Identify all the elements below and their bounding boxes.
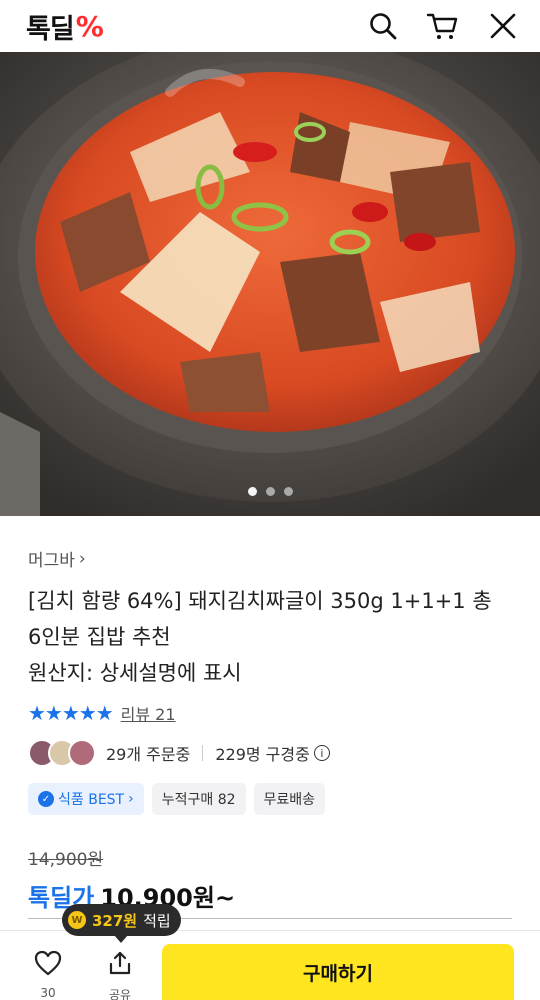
like-button[interactable]: 30 xyxy=(28,950,68,1000)
close-icon[interactable] xyxy=(484,7,522,45)
brand-name: 머그바 xyxy=(28,551,75,571)
carousel-dot[interactable] xyxy=(247,487,257,496)
divider xyxy=(202,745,204,761)
carousel-dot[interactable] xyxy=(283,487,293,496)
kimchi-stew-image xyxy=(0,52,540,516)
food-best-badge[interactable]: ✓ 식품 BEST › xyxy=(28,783,144,815)
badge-label: 무료배송 xyxy=(263,792,316,808)
reward-suffix: 적립 xyxy=(143,911,171,930)
buyer-avatars xyxy=(28,739,96,767)
info-icon[interactable]: i xyxy=(313,745,330,761)
product-info: 머그바 › [김치 함량 64%] 돼지김치짜글이 350g 1+1+1 총 6… xyxy=(0,516,540,913)
header-actions xyxy=(364,7,522,45)
orders-count: 29개 주문중 xyxy=(106,745,191,764)
social-proof-row: 29개 주문중 229명 구경중 i xyxy=(28,739,512,767)
like-count: 30 xyxy=(40,986,56,1000)
logo-mark: % xyxy=(75,9,104,43)
purchase-count-badge: 누적구매 82 xyxy=(151,783,246,815)
product-title: [김치 함량 64%] 돼지김치짜글이 350g 1+1+1 총 6인분 집밥 … xyxy=(28,583,512,691)
product-page: 톡딜 % 머그바 › [김치 함량 64%] 돼지김치짜글이 350g 1+1+… xyxy=(0,0,540,1000)
logo-text: 톡딜 xyxy=(26,13,75,45)
coin-icon: W xyxy=(68,911,86,929)
share-label: 공유 xyxy=(108,988,132,1000)
carousel-dot[interactable] xyxy=(265,487,275,496)
badge-label: 누적구매 82 xyxy=(161,792,236,808)
search-icon[interactable] xyxy=(364,7,402,45)
free-shipping-badge: 무료배송 xyxy=(253,783,326,815)
carousel-indicator xyxy=(0,487,540,496)
product-image-carousel[interactable] xyxy=(0,52,540,516)
review-link[interactable]: 리뷰 21 xyxy=(121,701,176,725)
star-rating: ★★★★★ xyxy=(28,701,114,725)
rating-row: ★★★★★ 리뷰 21 xyxy=(28,701,512,725)
cart-icon[interactable] xyxy=(424,7,462,45)
title-line: [김치 함량 64%] 돼지김치짜글이 350g 1+1+1 총 xyxy=(28,589,492,613)
share-icon xyxy=(109,951,131,975)
app-logo[interactable]: 톡딜 % xyxy=(26,7,104,46)
top-header: 톡딜 % xyxy=(0,0,540,52)
title-line: 6인분 집밥 추천 xyxy=(28,625,171,649)
badge-row: ✓ 식품 BEST › 누적구매 82 무료배송 xyxy=(28,783,512,815)
best-check-icon: ✓ xyxy=(38,791,54,807)
origin-text: 원산지: 상세설명에 표시 xyxy=(28,661,242,685)
reward-tooltip: W 327원 적립 xyxy=(62,904,181,943)
badge-label: 식품 BEST xyxy=(58,792,125,808)
chevron-right-icon: › xyxy=(128,791,134,807)
chevron-right-icon: › xyxy=(78,548,86,569)
buy-button[interactable]: 구매하기 xyxy=(162,944,514,1000)
brand-link[interactable]: 머그바 › xyxy=(28,546,512,572)
share-button[interactable]: 공유 xyxy=(100,950,140,1000)
watching-count: 229명 구경중 xyxy=(215,745,310,764)
reward-amount: 327원 xyxy=(92,911,138,930)
original-price: 14,900원 xyxy=(28,850,104,870)
heart-icon xyxy=(34,950,62,976)
avatar xyxy=(68,739,96,767)
